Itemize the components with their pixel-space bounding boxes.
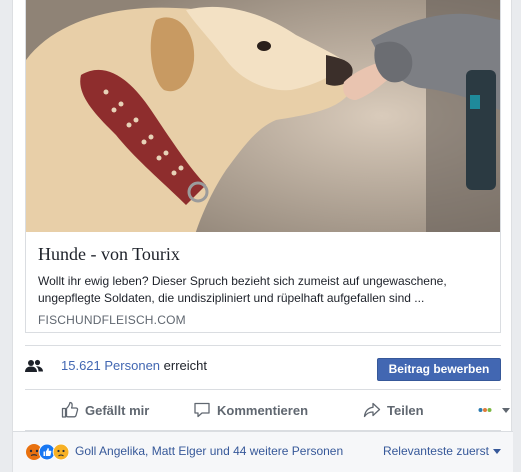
dog-photo xyxy=(26,0,500,232)
reach-count-link[interactable]: 15.621 Personen xyxy=(61,358,160,373)
link-preview-body[interactable]: Hunde - von Tourix Wollt ihr ewig leben?… xyxy=(26,232,500,332)
post-as-selector[interactable] xyxy=(477,390,510,430)
link-title[interactable]: Hunde - von Tourix xyxy=(38,242,488,266)
boost-post-button[interactable]: Beitrag bewerben xyxy=(377,358,501,381)
sad-reaction-icon xyxy=(52,443,70,461)
sort-label: Relevanteste zuerst xyxy=(382,444,489,458)
share-arrow-icon xyxy=(363,402,381,418)
reactions-summary-row: Goll Angelika, Matt Elger und 44 weitere… xyxy=(13,431,513,472)
comment-label: Kommentieren xyxy=(217,402,309,418)
thumbs-up-icon xyxy=(61,401,79,418)
chevron-down-icon xyxy=(502,407,510,413)
post-actions-bar: Gefällt mir Kommentieren Teilen xyxy=(25,389,510,431)
page-avatar-icon xyxy=(478,408,492,412)
comment-button[interactable]: Kommentieren xyxy=(193,390,308,430)
link-description: Wollt ihr ewig leben? Dieser Spruch bezi… xyxy=(38,274,447,305)
reach-suffix: erreicht xyxy=(163,358,208,373)
like-label: Gefällt mir xyxy=(85,402,150,418)
chevron-down-icon xyxy=(493,449,501,455)
link-preview-image[interactable] xyxy=(26,0,500,232)
reach-summary: 15.621 Personen erreicht xyxy=(61,358,207,373)
share-label: Teilen xyxy=(387,402,424,418)
reaction-icons[interactable] xyxy=(25,443,71,461)
link-domain: FISCHUNDFLEISCH.COM xyxy=(38,313,186,327)
comment-sort-dropdown[interactable]: Relevanteste zuerst xyxy=(383,444,501,458)
share-button[interactable]: Teilen xyxy=(363,390,424,430)
reach-row: 15.621 Personen erreicht Beitrag bewerbe… xyxy=(25,345,501,389)
people-icon xyxy=(25,359,43,373)
feed-post: Hunde - von Tourix Wollt ihr ewig leben?… xyxy=(12,0,513,472)
link-preview-card[interactable]: Hunde - von Tourix Wollt ihr ewig leben?… xyxy=(25,0,501,333)
reaction-names-link[interactable]: Goll Angelika, Matt Elger und 44 weitere… xyxy=(75,444,343,458)
like-button[interactable]: Gefällt mir xyxy=(61,390,149,430)
comment-icon xyxy=(194,402,210,418)
